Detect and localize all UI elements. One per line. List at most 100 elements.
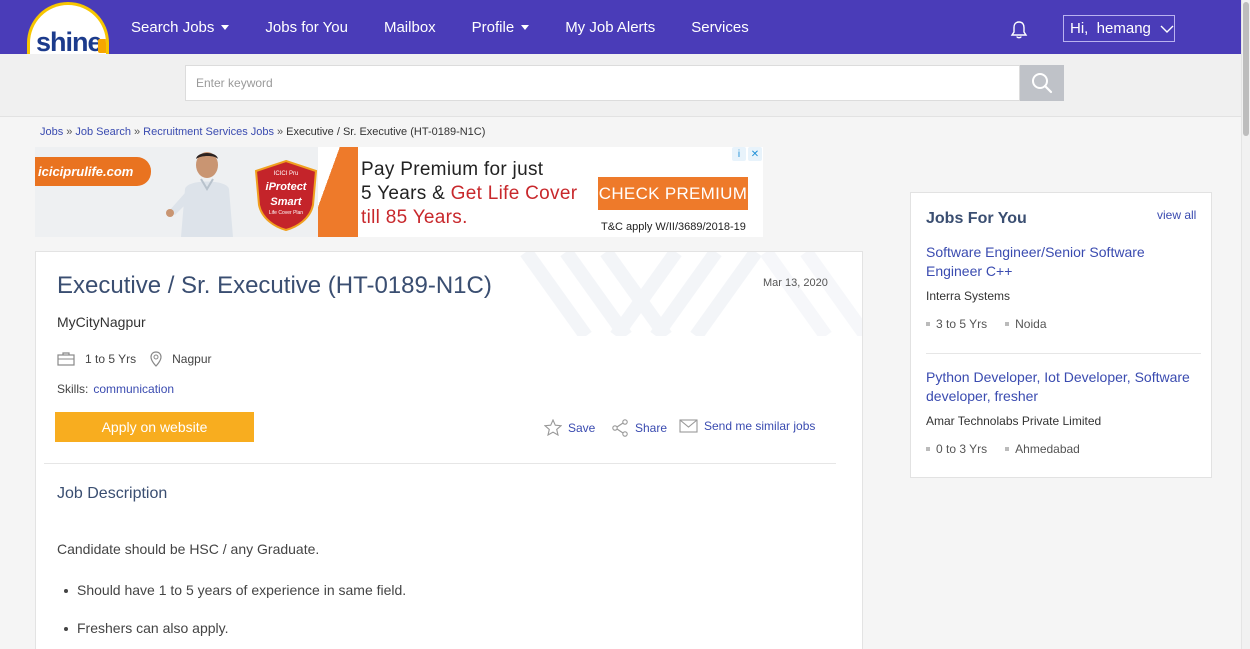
ad-copy: Pay Premium for just 5 Years & Get Life … xyxy=(361,158,577,230)
search-icon xyxy=(1032,73,1053,94)
nav-services[interactable]: Services xyxy=(691,19,749,36)
notification-bell-icon[interactable] xyxy=(1010,20,1028,40)
nav-search-jobs[interactable]: Search Jobs xyxy=(131,18,230,36)
save-label: Save xyxy=(568,420,596,435)
ad-choices[interactable]: i ✕ xyxy=(732,147,763,162)
scrollbar-thumb[interactable] xyxy=(1243,2,1249,136)
nav-my-job-alerts[interactable]: My Job Alerts xyxy=(565,19,655,36)
ad-product-shield: ICICI Pru iProtect Smart Life Cover Plan xyxy=(254,159,318,231)
chevron-down-icon xyxy=(1160,25,1174,33)
main-menu: Search Jobs Jobs for You Mailbox Profile… xyxy=(131,0,785,54)
share-job-button[interactable]: Share xyxy=(611,419,667,437)
breadcrumb-separator: » xyxy=(66,126,73,138)
ad-brand-label: iciciprulife.com xyxy=(35,157,151,186)
save-job-button[interactable]: Save xyxy=(544,419,595,436)
view-all-link[interactable]: view all xyxy=(1157,208,1196,222)
ad-shield-top: ICICI Pru xyxy=(274,171,299,177)
ad-shield-tag: Life Cover Plan xyxy=(269,210,303,216)
nav-jobs-for-you[interactable]: Jobs for You xyxy=(265,19,348,36)
apply-on-website-button[interactable]: Apply on website xyxy=(55,412,254,442)
keyword-search-input[interactable] xyxy=(185,65,1020,101)
user-menu-button[interactable]: Hi, hemang xyxy=(1063,15,1175,42)
user-greeting: Hi, hemang xyxy=(1070,20,1151,37)
jobs-for-you-panel: Jobs For You view all Software Engineer/… xyxy=(910,192,1212,478)
star-icon xyxy=(544,419,562,436)
bullet-square-icon xyxy=(926,322,930,326)
job-description-bullet: Freshers can also apply. xyxy=(63,620,229,636)
bullet-square-icon xyxy=(1005,322,1010,326)
job-experience: 1 to 5 Yrs xyxy=(85,352,137,366)
breadcrumb-jobs[interactable]: Jobs xyxy=(40,126,63,138)
advertisement-banner[interactable]: iciciprulife.com ICICI Pru iProtect Smar… xyxy=(35,147,763,237)
send-similar-label: Send me similar jobs xyxy=(704,419,816,433)
ad-line-2: 5 Years & Get Life Cover xyxy=(361,182,577,206)
ad-shield-bot: Smart xyxy=(270,196,303,208)
shine-logo[interactable]: shine xyxy=(27,0,109,82)
job-location: Nagpur xyxy=(172,352,212,366)
recommended-job-item: Software Engineer/Senior Software Engine… xyxy=(926,243,1201,331)
recommended-job-meta: 3 to 5 Yrs Noida xyxy=(926,317,1201,331)
nav-label: My Job Alerts xyxy=(565,18,656,36)
ad-info-icon[interactable]: i xyxy=(732,147,746,161)
jobs-for-you-title: Jobs For You xyxy=(926,210,1027,227)
job-posted-date: Mar 13, 2020 xyxy=(763,277,828,289)
job-detail-card: Executive / Sr. Executive (HT-0189-N1C) … xyxy=(35,251,863,649)
recommended-job-location: Noida xyxy=(1015,317,1047,331)
job-description-heading: Job Description xyxy=(57,485,168,502)
breadcrumb-separator: » xyxy=(134,126,141,138)
ad-line-2a: 5 Years & xyxy=(361,183,451,204)
nav-label: Services xyxy=(691,18,749,36)
card-background-pattern xyxy=(520,252,862,336)
job-description-bullet: Should have 1 to 5 years of experience i… xyxy=(63,582,407,598)
send-similar-jobs-button[interactable]: Send me similar jobs xyxy=(679,419,815,433)
nav-label: Search Jobs xyxy=(131,18,215,36)
recommended-job-title[interactable]: Software Engineer/Senior Software Engine… xyxy=(926,243,1201,281)
location-pin-icon xyxy=(150,351,162,367)
nav-label: Mailbox xyxy=(383,18,436,36)
page-scrollbar[interactable] xyxy=(1241,0,1250,649)
job-title: Executive / Sr. Executive (HT-0189-N1C) xyxy=(57,272,492,299)
nav-label: Jobs for You xyxy=(265,18,348,36)
mail-icon xyxy=(679,419,698,433)
section-divider xyxy=(44,463,836,464)
ad-close-icon[interactable]: ✕ xyxy=(748,147,762,161)
search-band xyxy=(0,54,1241,117)
logo-dotcom xyxy=(98,39,106,53)
breadcrumb: Jobs» Job Search» Recruitment Services Job… xyxy=(40,126,485,138)
list-divider xyxy=(926,353,1201,354)
caret-down-icon xyxy=(221,24,230,30)
share-icon xyxy=(612,419,628,437)
caret-down-icon xyxy=(521,24,530,30)
recommended-job-item: Python Developer, Iot Developer, Softwar… xyxy=(926,368,1201,456)
ad-person-image xyxy=(166,152,233,237)
share-label: Share xyxy=(635,421,668,435)
recommended-job-meta: 0 to 3 Yrs Ahmedabad xyxy=(926,442,1201,456)
recommended-job-company: Interra Systems xyxy=(926,289,1011,303)
nav-label: Profile xyxy=(471,18,515,36)
ad-line-1: Pay Premium for just xyxy=(361,159,544,180)
recommended-job-company: Amar Technolabs Private Limited xyxy=(926,414,1102,428)
nav-profile[interactable]: Profile xyxy=(472,19,530,36)
skills-row: Skills: communication xyxy=(57,382,174,396)
breadcrumb-current: Executive / Sr. Executive (HT-0189-N1C) xyxy=(286,126,486,138)
top-navbar: shine Search Jobs Jobs for You Mailbox P… xyxy=(0,0,1241,82)
recommended-job-experience: 0 to 3 Yrs xyxy=(936,442,988,456)
ad-shield-mid: iProtect xyxy=(266,181,308,193)
search-button[interactable] xyxy=(1020,65,1064,101)
briefcase-icon xyxy=(57,352,75,366)
ad-fine-print: T&C apply W/II/3689/2018-19 xyxy=(601,221,746,233)
ad-check-premium-button[interactable]: CHECK PREMIUM xyxy=(598,177,748,210)
ad-line-3: till 85 Years. xyxy=(361,207,468,228)
company-name[interactable]: MyCityNagpur xyxy=(57,314,146,330)
recommended-job-title[interactable]: Python Developer, Iot Developer, Softwar… xyxy=(926,368,1201,406)
nav-mailbox[interactable]: Mailbox xyxy=(384,19,436,36)
bullet-square-icon xyxy=(1005,447,1010,451)
breadcrumb-recruitment-services[interactable]: Recruitment Services Jobs xyxy=(143,126,274,138)
skill-tag[interactable]: communication xyxy=(93,382,174,396)
ad-stripe xyxy=(318,147,358,237)
ad-line-2b: Get Life Cover xyxy=(450,183,578,204)
recommended-job-location: Ahmedabad xyxy=(1015,442,1080,456)
bullet-square-icon xyxy=(926,447,930,451)
skills-label: Skills: xyxy=(57,382,89,396)
breadcrumb-job-search[interactable]: Job Search xyxy=(75,126,131,138)
